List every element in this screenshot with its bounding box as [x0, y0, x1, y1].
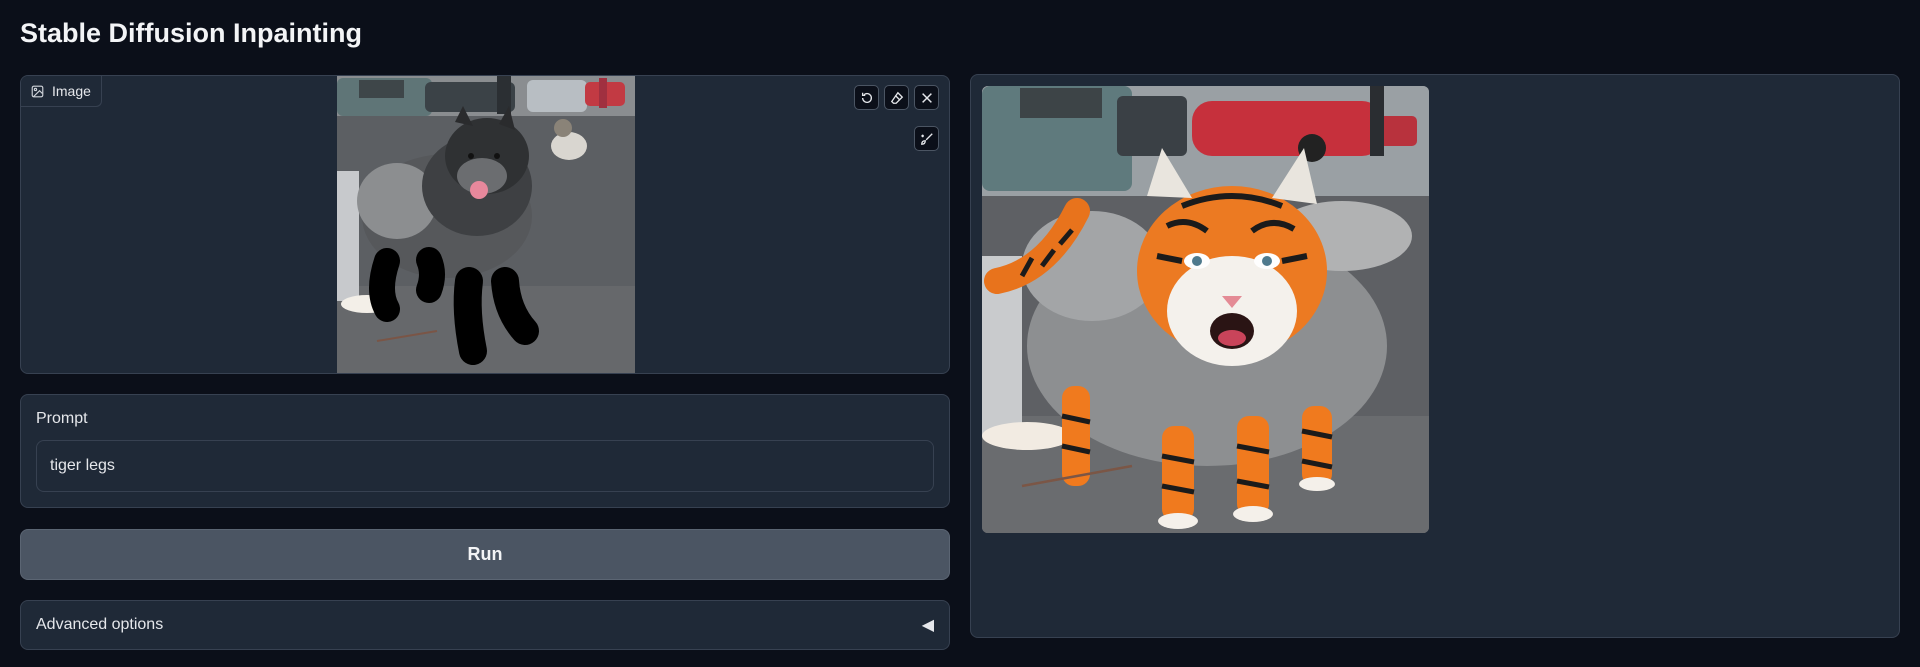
input-image-canvas[interactable] [337, 76, 635, 373]
advanced-options-accordion[interactable]: Advanced options ◀ [20, 600, 950, 650]
output-image-render [982, 86, 1429, 533]
brush-button[interactable] [914, 126, 939, 151]
output-gallery [970, 74, 1900, 638]
run-button[interactable]: Run [20, 529, 950, 580]
image-label: Image [52, 83, 91, 99]
app-root: Stable Diffusion Inpainting Image Prompt… [0, 0, 1920, 667]
input-image [337, 76, 635, 373]
page-title: Stable Diffusion Inpainting [20, 18, 362, 48]
left-column: Image Prompt tiger legs Run Advanced opt… [20, 75, 950, 650]
output-image[interactable] [982, 86, 1429, 533]
image-icon [31, 85, 44, 97]
image-editor[interactable]: Image [20, 75, 950, 374]
eraser-button[interactable] [884, 85, 909, 110]
close-icon [921, 92, 932, 103]
brush-icon [920, 132, 933, 145]
undo-icon [861, 92, 872, 103]
prompt-label: Prompt [36, 410, 88, 427]
eraser-icon [890, 91, 903, 104]
clear-button[interactable] [914, 85, 939, 110]
image-label-tag: Image [21, 76, 102, 107]
caret-left-icon: ◀ [921, 617, 934, 634]
prompt-block: Prompt [20, 394, 950, 508]
prompt-input[interactable] [36, 440, 934, 492]
undo-button[interactable] [854, 85, 879, 110]
advanced-options-label: Advanced options [36, 616, 164, 633]
